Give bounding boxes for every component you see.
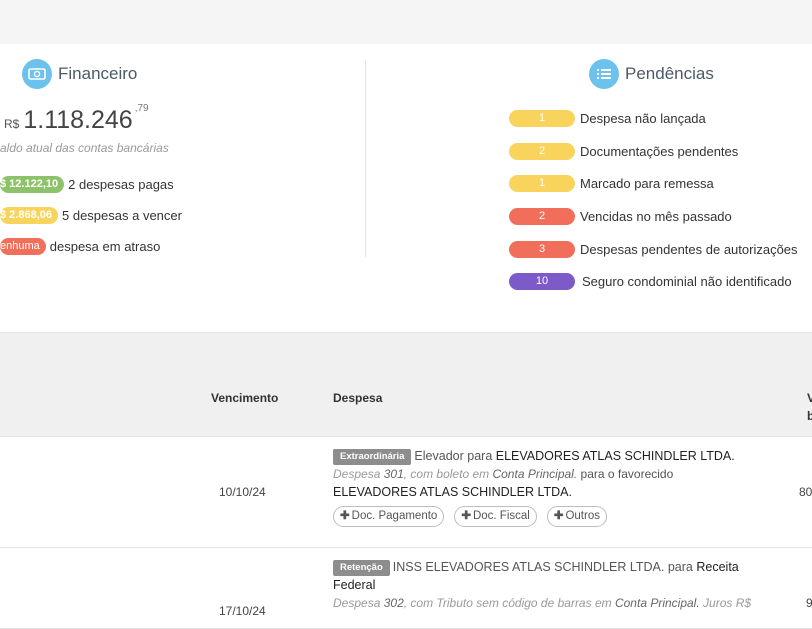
pend-item-remessa[interactable]: 1 Marcado para remessa (509, 175, 714, 192)
col-header-valor[interactable]: V (807, 391, 812, 405)
pend-item-seguro[interactable]: 10 Seguro condominial não identificado (509, 273, 792, 290)
col-header-despesa[interactable]: Despesa (333, 391, 382, 405)
col-header-valor-cont: b (807, 409, 812, 423)
pend-count-badge: 1 (509, 175, 575, 192)
expense-meta: Despesa 302, com Tributo sem código de b… (333, 594, 803, 612)
meta-prefix: Despesa (333, 467, 381, 481)
category-tag: Retenção (333, 560, 390, 576)
fin-row-due[interactable]: $ 2.868,06 5 despesas a vencer (0, 207, 182, 224)
pend-label: Marcado para remessa (580, 176, 714, 191)
expense-description: Extraordinária Elevador para ELEVADORES A… (333, 447, 803, 527)
expense-value: 9 (806, 596, 812, 610)
fin-row-paid[interactable]: $ 12.122,10 2 despesas pagas (0, 176, 174, 193)
expense-meta: Despesa 301, com boleto em Conta Princip… (333, 465, 803, 483)
table-row[interactable]: 17/10/24 Retenção INSS ELEVADORES ATLAS S… (0, 548, 812, 629)
button-label: Doc. Fiscal (472, 510, 530, 522)
account-name: Conta Principal. (614, 596, 700, 610)
meta-text: , com boleto em (403, 467, 490, 481)
beneficiary-name: ELEVADORES ATLAS SCHINDLER LTDA. (333, 485, 572, 499)
section-divider (365, 60, 366, 257)
pend-label: Vencidas no mês passado (580, 209, 732, 224)
account-name: Conta Principal. (492, 467, 578, 481)
pend-label: Despesas pendentes de autorizações (580, 242, 798, 257)
button-label: Outros (565, 510, 600, 522)
plus-icon: ✚ (461, 510, 471, 522)
financeiro-title: Financeiro (58, 64, 138, 83)
pend-label: Seguro condominial não identificado (582, 274, 792, 289)
expenses-table: Vencimento Despesa V b 10/10/24 Extraord… (0, 333, 812, 629)
pend-count-badge: 10 (509, 273, 575, 290)
outros-button[interactable]: ✚ Outros (546, 506, 607, 527)
expense-title: INSS ELEVADORES ATLAS SCHINDLER LTDA. (392, 560, 665, 574)
col-header-vencimento[interactable]: Vencimento (211, 391, 278, 405)
balance-caption: aldo atual das contas bancárias (0, 141, 169, 155)
expense-number: 302 (383, 596, 404, 610)
pendencias-header: Pendências (589, 59, 714, 89)
doc-fiscal-button[interactable]: ✚ Doc. Fiscal (454, 506, 537, 527)
pend-item-despesa-nao-lancada[interactable]: 1 Despesa não lançada (509, 110, 706, 127)
table-header: Vencimento Despesa V b (0, 333, 812, 437)
pend-label: Documentações pendentes (580, 144, 739, 159)
due-date: 17/10/24 (219, 604, 266, 618)
expense-value: 80 (799, 485, 812, 499)
meta-text-2: para o favorecido (580, 467, 674, 481)
connector-text: para (667, 560, 693, 574)
table-row[interactable]: 10/10/24 Extraordinária Elevador para ELE… (0, 437, 812, 548)
supplier-name-cont: Federal (333, 578, 376, 592)
pend-count-badge: 2 (509, 208, 575, 225)
supplier-name[interactable]: ELEVADORES ATLAS SCHINDLER LTDA. (496, 449, 735, 463)
pend-label: Despesa não lançada (580, 111, 706, 126)
pend-item-documentacoes[interactable]: 2 Documentações pendentes (509, 143, 738, 160)
doc-buttons: ✚ Doc. Pagamento ✚ Doc. Fiscal ✚ Outros (333, 506, 803, 527)
due-amount-badge: $ 2.868,06 (0, 207, 58, 224)
supplier-name[interactable]: Receita (696, 560, 738, 574)
meta-text-2: Juros R$ (703, 596, 752, 610)
overdue-badge: enhuma (0, 238, 46, 255)
balance-cents: ,79 (134, 103, 149, 114)
list-icon (589, 59, 619, 89)
due-label: 5 despesas a vencer (62, 208, 182, 223)
overdue-label: despesa em atraso (49, 239, 161, 254)
financeiro-header: Financeiro (22, 59, 137, 89)
pend-count-badge: 2 (509, 143, 575, 160)
connector-text: para (467, 449, 493, 463)
meta-text: , com Tributo sem código de barras em (403, 596, 612, 610)
button-label: Doc. Pagamento (351, 510, 438, 522)
meta-prefix: Despesa (333, 596, 381, 610)
balance-amount: 1.118.246 (23, 106, 133, 134)
bank-balance: R$ 1.118.246,79 (4, 103, 149, 135)
pend-count-badge: 3 (509, 241, 575, 258)
expense-number: 301 (383, 467, 404, 481)
fin-row-overdue[interactable]: enhuma despesa em atraso (0, 238, 160, 255)
due-date: 10/10/24 (219, 485, 266, 499)
paid-amount-badge: $ 12.122,10 (0, 176, 65, 193)
pendencias-title: Pendências (625, 64, 714, 83)
pend-count-badge: 1 (509, 110, 575, 127)
plus-icon: ✚ (553, 510, 564, 522)
balance-currency: R$ (4, 117, 20, 131)
top-header-strip (0, 0, 812, 44)
money-icon (22, 59, 52, 89)
plus-icon: ✚ (340, 510, 350, 522)
pend-item-autorizacoes[interactable]: 3 Despesas pendentes de autorizações (509, 241, 798, 258)
expense-title: Elevador (414, 449, 464, 463)
pend-item-vencidas[interactable]: 2 Vencidas no mês passado (509, 208, 732, 225)
summary-panel: Financeiro R$ 1.118.246,79 aldo atual das… (0, 44, 812, 333)
expense-description: Retenção INSS ELEVADORES ATLAS SCHINDLER … (333, 558, 803, 612)
category-tag: Extraordinária (333, 449, 412, 465)
doc-pagamento-button[interactable]: ✚ Doc. Pagamento (333, 506, 445, 527)
paid-label: 2 despesas pagas (68, 177, 174, 192)
